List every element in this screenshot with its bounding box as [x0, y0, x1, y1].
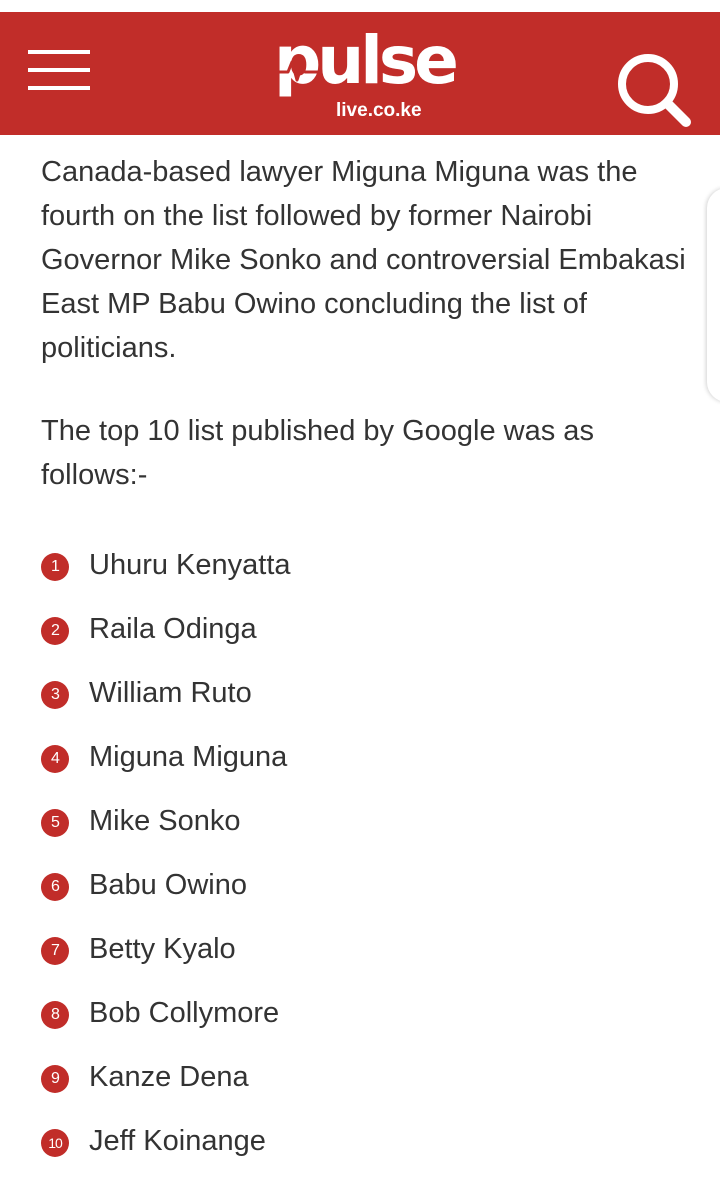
list-item: 2 Raila Odinga [41, 601, 691, 665]
list-item: 8 Bob Collymore [41, 985, 691, 1049]
status-bar-strip [0, 0, 720, 12]
menu-button[interactable] [26, 50, 92, 96]
logo-domain: live.co.ke [336, 100, 422, 121]
rank-name: William Ruto [89, 677, 252, 709]
rank-name: Mike Sonko [89, 805, 241, 837]
hamburger-menu-icon-bar [28, 68, 90, 72]
rank-number-badge: 5 [41, 809, 69, 837]
rank-name: Raila Odinga [89, 613, 257, 645]
rank-name: Jeff Koinange [89, 1125, 266, 1157]
rank-name: Miguna Miguna [89, 741, 288, 773]
rank-number-badge: 1 [41, 553, 69, 581]
heartbeat-icon [278, 60, 318, 82]
search-icon [618, 54, 691, 127]
site-logo[interactable]: pulse live.co.ke [268, 28, 459, 126]
article-paragraph: The top 10 list published by Google was … [41, 415, 594, 491]
list-item: 6 Babu Owino [41, 857, 691, 921]
rank-number-badge: 10 [41, 1129, 69, 1157]
hamburger-menu-icon-bar [28, 86, 90, 90]
article-paragraph: Canada-based lawyer Miguna Miguna was th… [41, 156, 686, 364]
rank-name: Uhuru Kenyatta [89, 549, 291, 581]
hamburger-menu-icon [28, 50, 90, 54]
rank-number-badge: 4 [41, 745, 69, 773]
list-item: 9 Kanze Dena [41, 1049, 691, 1113]
list-item: 10 Jeff Koinange [41, 1113, 691, 1177]
site-header: pulse live.co.ke [0, 12, 720, 135]
list-item: 5 Mike Sonko [41, 793, 691, 857]
rank-number-badge: 9 [41, 1065, 69, 1093]
list-item: 4 Miguna Miguna [41, 729, 691, 793]
rank-name: Babu Owino [89, 869, 247, 901]
rank-number-badge: 3 [41, 681, 69, 709]
search-button[interactable] [614, 50, 694, 128]
rank-name: Kanze Dena [89, 1061, 249, 1093]
article-body: Canada-based lawyer Miguna Miguna was th… [41, 150, 691, 1177]
rank-name: Bob Collymore [89, 997, 280, 1029]
list-item: 1 Uhuru Kenyatta [41, 537, 691, 601]
rank-number-badge: 7 [41, 937, 69, 965]
rank-number-badge: 2 [41, 617, 69, 645]
ranking-list: 1 Uhuru Kenyatta 2 Raila Odinga 3 Willia… [41, 537, 691, 1177]
side-panel-handle[interactable] [707, 188, 720, 402]
rank-number-badge: 6 [41, 873, 69, 901]
list-item: 7 Betty Kyalo [41, 921, 691, 985]
list-item: 3 William Ruto [41, 665, 691, 729]
rank-number-badge: 8 [41, 1001, 69, 1029]
rank-name: Betty Kyalo [89, 933, 236, 965]
